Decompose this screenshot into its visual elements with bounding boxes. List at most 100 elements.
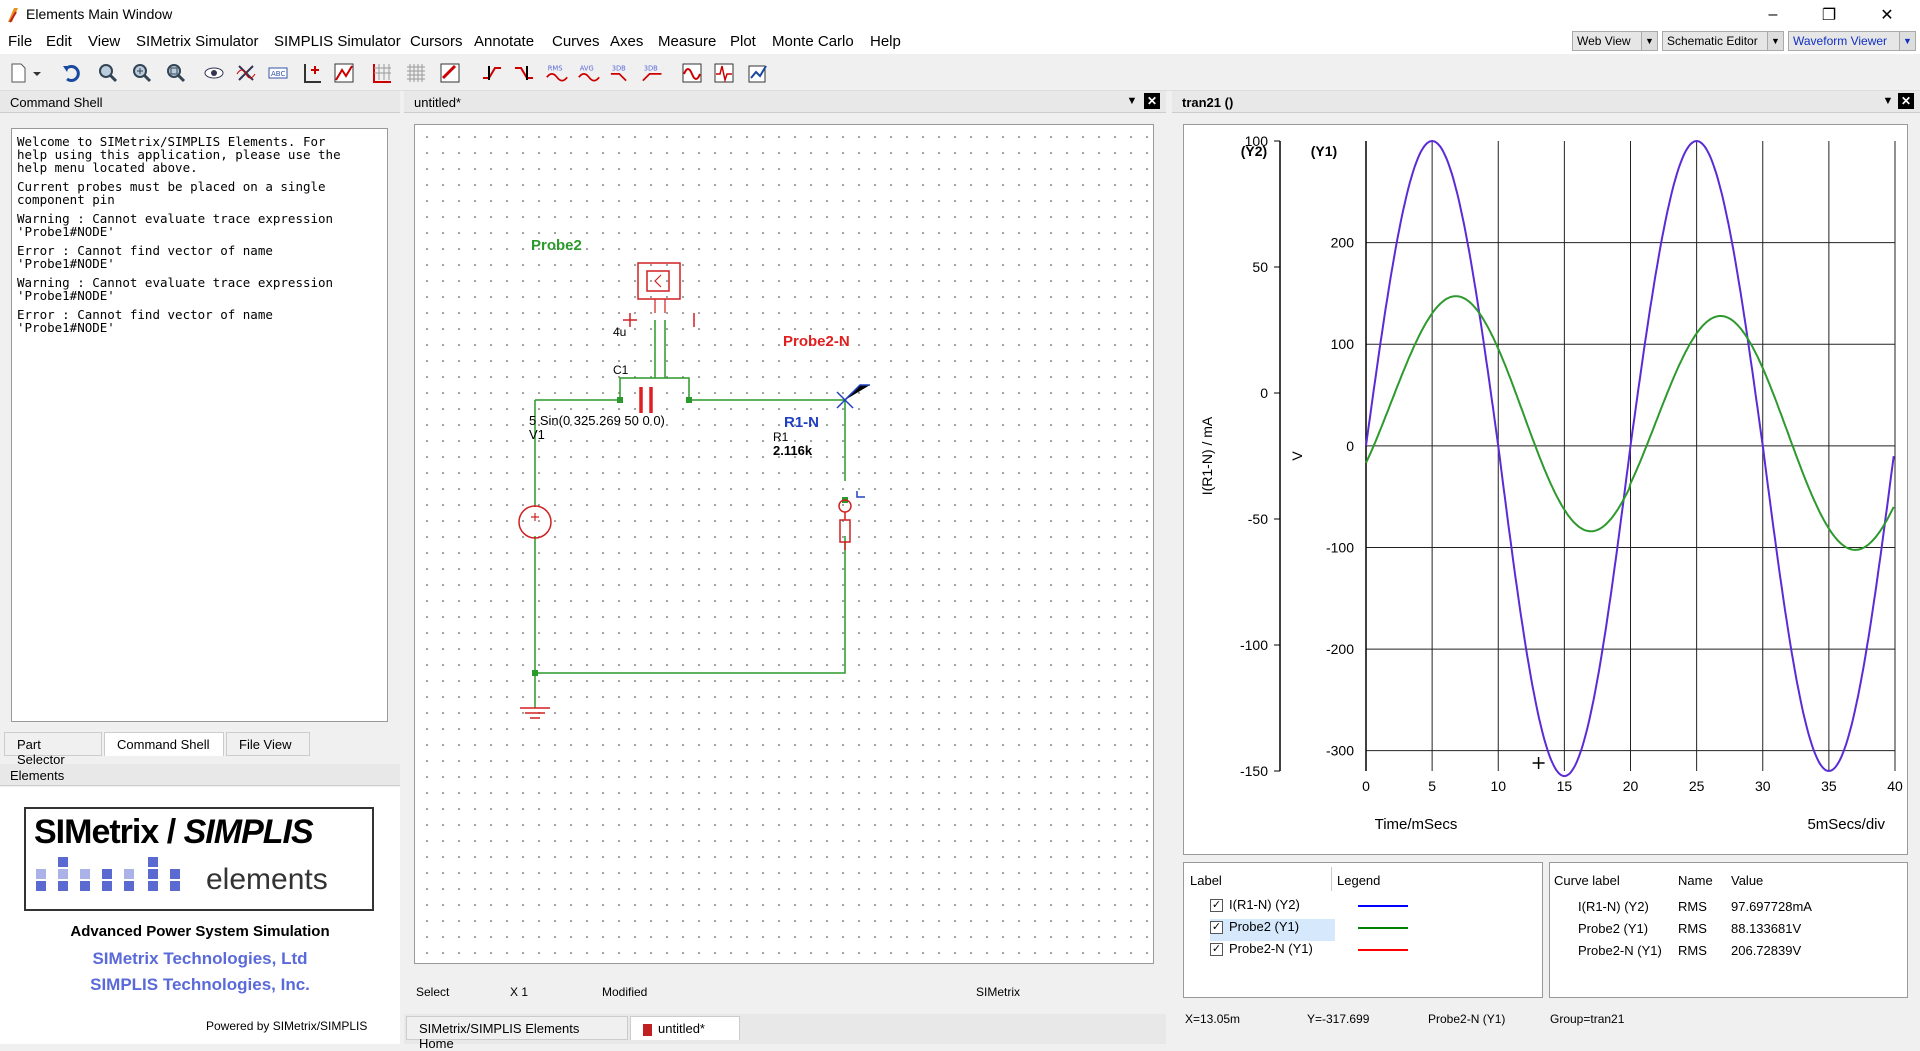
3db-icon[interactable]: 3DB: [608, 61, 634, 85]
y2-tick-label: 50: [1252, 259, 1268, 275]
chevron-down-icon[interactable]: [30, 61, 44, 85]
tab-file-view[interactable]: File View: [226, 732, 310, 756]
waveform-viewer-label: Waveform Viewer: [1793, 34, 1888, 48]
legend-header-divider: [1331, 867, 1332, 891]
measurement-curve: I(R1-N) (Y2): [1578, 899, 1649, 914]
y1-tick-label: -200: [1326, 641, 1354, 657]
measure-icon[interactable]: [712, 61, 736, 85]
logo-elements-text: elements: [206, 863, 328, 896]
elements-header: Elements: [0, 764, 400, 786]
graph-area[interactable]: 0 5 10 15 20 25 30 35 40 -300 -200 -100 0 100 200 -150 -…: [1183, 124, 1908, 855]
measurement-row[interactable]: I(R1-N) (Y2) RMS 97.697728mA: [1578, 897, 1898, 919]
menu-edit[interactable]: Edit: [46, 33, 72, 50]
probe2-symbol[interactable]: [623, 262, 695, 327]
new-icon[interactable]: [6, 61, 30, 85]
probe2-n-label: Probe2-N: [783, 333, 850, 350]
grid-fine-icon[interactable]: [404, 61, 428, 85]
logo-simetrix-text: SIMetrix / SIMPLIS: [34, 813, 314, 851]
avg-icon[interactable]: AVG: [576, 61, 602, 85]
y1-tick-label: 0: [1346, 438, 1354, 454]
y1-tick-label: 200: [1331, 235, 1355, 251]
tab-elements-home[interactable]: SIMetrix/SIMPLIS Elements Home: [406, 1016, 628, 1051]
app-icon: [8, 8, 18, 23]
legend-checkbox[interactable]: ✓: [1210, 921, 1223, 935]
schematic-tab-header: untitled*: [404, 91, 1166, 113]
menu-monte-carlo[interactable]: Monte Carlo: [772, 33, 854, 50]
schematic-canvas[interactable]: Probe2 4u C1 Probe2-N 5 Sin(0 325.269 50…: [414, 124, 1154, 964]
schematic-editor-label: Schematic Editor: [1667, 34, 1758, 48]
legend-label: Probe2-N (Y1): [1229, 941, 1313, 956]
title-bar: Elements Main Window – ❐ ✕: [0, 0, 1920, 30]
y1-tick-label: -100: [1326, 539, 1354, 555]
menu-cursors[interactable]: Cursors: [410, 33, 463, 50]
menu-measure[interactable]: Measure: [658, 33, 716, 50]
menu-curves[interactable]: Curves: [552, 33, 600, 50]
close-icon[interactable]: ✕: [1144, 93, 1160, 109]
rms-icon[interactable]: RMS: [544, 61, 570, 85]
add-axis-icon[interactable]: [300, 61, 324, 85]
x-tick-label: 20: [1623, 778, 1639, 794]
legend-row[interactable]: ✓ I(R1-N) (Y2): [1210, 897, 1540, 919]
menu-help[interactable]: Help: [870, 33, 901, 50]
chevron-down-icon[interactable]: ▼: [1124, 93, 1140, 109]
legend-row[interactable]: ✓ Probe2-N (Y1): [1210, 941, 1540, 963]
zoom-fit-icon[interactable]: [96, 61, 120, 85]
legend-checkbox[interactable]: ✓: [1210, 899, 1223, 913]
y2-tick-label: -100: [1240, 637, 1268, 653]
close-icon[interactable]: ✕: [1898, 93, 1914, 109]
menu-simetrix-simulator[interactable]: SIMetrix Simulator: [136, 33, 259, 50]
probe-eye-icon[interactable]: [202, 61, 226, 85]
chevron-down-icon[interactable]: ▼: [1880, 93, 1896, 109]
grid-icon[interactable]: [370, 61, 394, 85]
menu-plot[interactable]: Plot: [730, 33, 756, 50]
tab-untitled[interactable]: untitled*: [630, 1016, 740, 1040]
chevron-down-icon[interactable]: ▼: [1767, 32, 1783, 50]
waveform-viewer-button[interactable]: Waveform Viewer ▼: [1788, 31, 1916, 51]
edit-graph-icon[interactable]: [438, 61, 462, 85]
menu-file[interactable]: File: [8, 33, 32, 50]
chevron-down-icon[interactable]: ▼: [1899, 32, 1915, 50]
measurement-name: RMS: [1678, 899, 1707, 914]
menu-view[interactable]: View: [88, 33, 120, 50]
series-i-r1-n-line: [1365, 139, 1895, 778]
command-shell-output[interactable]: Welcome to SIMetrix/SIMPLIS Elements. Fo…: [11, 128, 388, 722]
capacitor-c1[interactable]: [639, 387, 653, 413]
menu-simplis-simulator[interactable]: SIMPLIS Simulator: [274, 33, 401, 50]
measurement-row[interactable]: Probe2 (Y1) RMS 88.133681V: [1578, 919, 1898, 941]
zoom-box-icon[interactable]: [164, 61, 188, 85]
web-view-button[interactable]: Web View ▼: [1572, 31, 1658, 51]
shell-line: 'Probe1#NODE': [17, 320, 115, 335]
schematic-editor-button[interactable]: Schematic Editor ▼: [1662, 31, 1784, 51]
legend-checkbox[interactable]: ✓: [1210, 943, 1223, 957]
measurement-row[interactable]: Probe2-N (Y1) RMS 206.72839V: [1578, 941, 1898, 963]
series-probe2-line: [1365, 295, 1895, 551]
menu-axes[interactable]: Axes: [610, 33, 643, 50]
close-window-button[interactable]: ✕: [1864, 0, 1910, 30]
chevron-down-icon[interactable]: ▼: [1641, 32, 1657, 50]
shell-line: 'Probe1#NODE': [17, 224, 115, 239]
meas-header-curve: Curve label: [1554, 873, 1620, 888]
label-icon[interactable]: ABC: [266, 61, 290, 85]
probe2-n-marker[interactable]: [836, 384, 870, 409]
left-tabs: Part Selector Command Shell File View: [0, 732, 400, 767]
new-graph-icon[interactable]: [332, 61, 356, 85]
minimize-button[interactable]: –: [1750, 0, 1796, 30]
undo-icon[interactable]: [60, 61, 84, 85]
tab-part-selector[interactable]: Part Selector: [4, 732, 102, 767]
probe2-label: Probe2: [531, 237, 582, 254]
zoom-in-icon[interactable]: [130, 61, 154, 85]
cursor-rise-icon[interactable]: [480, 61, 504, 85]
meas-header-name: Name: [1678, 873, 1713, 888]
menu-annotate[interactable]: Annotate: [474, 33, 534, 50]
delete-curve-icon[interactable]: [234, 61, 258, 85]
3db-low-icon[interactable]: 3DB: [640, 61, 666, 85]
legend-row[interactable]: ✓ Probe2 (Y1): [1210, 919, 1408, 941]
fft-icon[interactable]: [680, 61, 704, 85]
export-icon[interactable]: [746, 61, 770, 85]
voltage-source-v1[interactable]: [518, 505, 552, 539]
schematic-status-zoom: X 1: [510, 985, 529, 999]
cursor-fall-icon[interactable]: [512, 61, 536, 85]
tab-command-shell[interactable]: Command Shell: [104, 732, 224, 756]
maximize-button[interactable]: ❐: [1806, 0, 1852, 30]
resistor-r1[interactable]: [838, 491, 865, 550]
